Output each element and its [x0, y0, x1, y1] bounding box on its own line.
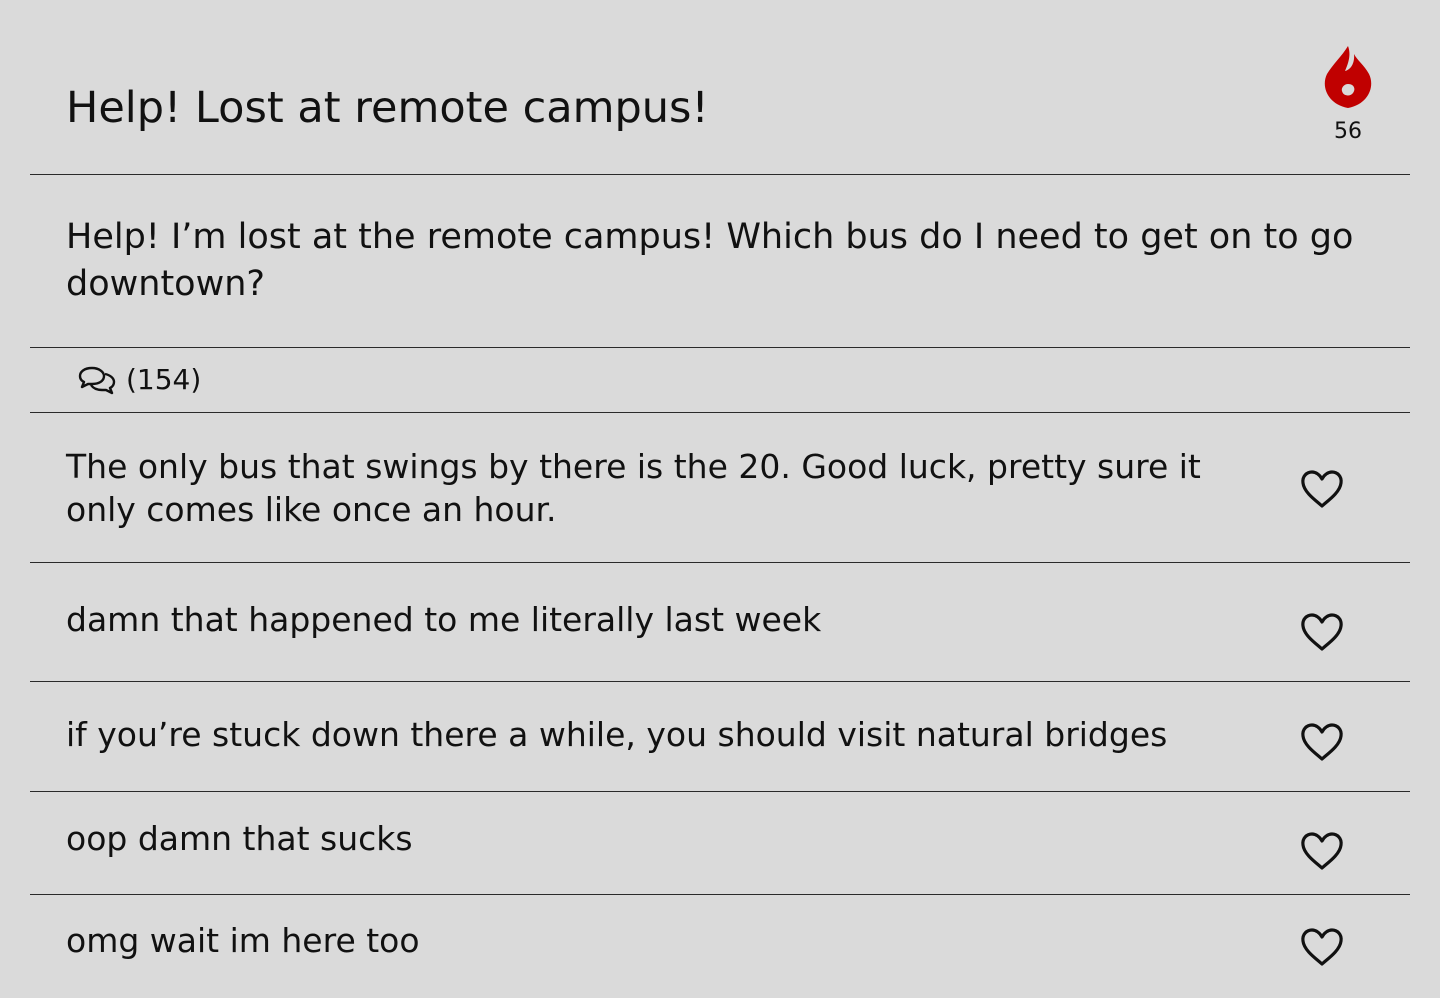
post-title: Help! Lost at remote campus! [66, 83, 709, 133]
heat-count: 56 [1334, 119, 1362, 144]
reply-text: damn that happened to me literally last … [66, 600, 822, 639]
comment-count: (154) [126, 363, 202, 396]
flame-icon [1322, 44, 1374, 110]
reply-item: oop damn that sucks [30, 792, 1410, 895]
heart-icon[interactable] [1300, 612, 1344, 652]
heat-indicator[interactable]: 56 [1322, 44, 1374, 144]
reply-text: if you’re stuck down there a while, you … [66, 715, 1168, 754]
post-page: Help! Lost at remote campus! 56 Help! I’… [0, 0, 1440, 998]
comment-bar[interactable]: (154) [30, 348, 1410, 413]
heart-icon[interactable] [1300, 469, 1344, 509]
reply-text: oop damn that sucks [66, 819, 413, 858]
reply-text: omg wait im here too [66, 921, 420, 960]
reply-item: omg wait im here too [30, 895, 1410, 998]
post-body-section: Help! I’m lost at the remote campus! Whi… [30, 175, 1410, 348]
reply-item: The only bus that swings by there is the… [30, 413, 1410, 563]
post-header: Help! Lost at remote campus! 56 [30, 0, 1410, 175]
comments-icon [78, 363, 116, 397]
reply-text: The only bus that swings by there is the… [66, 447, 1201, 529]
heart-icon[interactable] [1300, 722, 1344, 762]
reply-item: if you’re stuck down there a while, you … [30, 682, 1410, 792]
reply-item: damn that happened to me literally last … [30, 563, 1410, 682]
heart-icon[interactable] [1300, 831, 1344, 871]
heart-icon[interactable] [1300, 927, 1344, 967]
post-body: Help! I’m lost at the remote campus! Whi… [66, 217, 1354, 304]
